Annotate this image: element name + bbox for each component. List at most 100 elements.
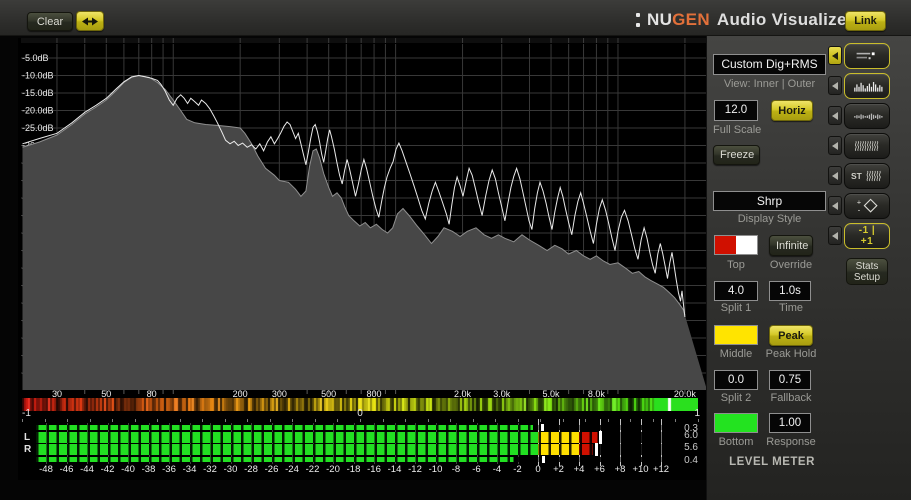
nugen-dots-icon	[636, 13, 640, 27]
top-bar: Clear NU GEN Audio Visualizer Link	[0, 0, 911, 36]
bottom-label: Bottom	[718, 436, 754, 448]
logo-nu: NU	[647, 10, 673, 29]
view-mode-label[interactable]: View: Inner | Outer	[713, 78, 826, 90]
meter-scale-label: +12	[652, 464, 670, 475]
freq-axis-label: 2.0k	[454, 389, 472, 398]
freq-axis-label: 80	[147, 389, 157, 398]
display-options-icon	[856, 52, 875, 60]
app-logo: NU GEN Audio Visualizer	[636, 9, 854, 31]
correlation-scale-ticks	[18, 419, 710, 423]
correlation-max-label: 1	[694, 408, 700, 419]
freq-axis-label: 50	[101, 389, 111, 398]
split2-field[interactable]: 0.0	[714, 370, 758, 390]
logo-gen: GEN	[672, 10, 710, 29]
mode-button-waveform-history[interactable]	[844, 103, 890, 129]
meter-bar-aux	[36, 457, 663, 462]
stats-setup-button[interactable]: Stats Setup	[846, 258, 888, 285]
response-field[interactable]: 1.00	[769, 413, 811, 433]
fallback-label: Fallback	[770, 392, 812, 404]
override-button[interactable]: Infinite	[769, 235, 813, 256]
split1-label: Split 1	[720, 302, 752, 314]
audio-visualizer-window: Clear NU GEN Audio Visualizer Link -5.0dB…	[0, 0, 911, 500]
correlation-icon: -1 | +1	[858, 225, 876, 247]
channel-label-L: L	[24, 432, 31, 443]
peak-hold-tick	[541, 424, 545, 431]
correlation-zero-label: 0	[357, 408, 363, 419]
split1-field[interactable]: 4.0	[714, 281, 758, 301]
meter-bar-aux	[36, 425, 663, 430]
meter-bar-L	[36, 432, 663, 443]
mode-button-vectorscope[interactable]: + -	[844, 193, 890, 219]
mode-button-spectrum[interactable]	[844, 73, 890, 99]
time-label: Time	[778, 302, 804, 314]
level-meter-title: LEVEL METER	[729, 456, 815, 468]
peak-hold-label: Peak Hold	[765, 348, 817, 360]
peak-hold-tick	[598, 431, 602, 444]
meter-bar-R	[36, 444, 663, 455]
override-label: Override	[769, 259, 813, 271]
mode-arrow-spectrum[interactable]	[828, 76, 842, 95]
time-field[interactable]: 1.0s	[769, 281, 811, 301]
mode-arrow-waveform-history[interactable]	[828, 106, 842, 125]
freq-axis-label: 200	[233, 389, 248, 398]
db-axis-label: -15.0dB	[22, 88, 54, 98]
mode-arrow-correlation[interactable]	[828, 226, 842, 245]
stereo-sonogram-icon	[866, 170, 881, 182]
logo-product: Audio Visualizer	[716, 10, 854, 29]
db-axis-label: -5.0dB	[22, 53, 49, 63]
response-label: Response	[766, 436, 816, 448]
bottom-color-swatch[interactable]	[714, 413, 758, 433]
control-panel: Custom Dig+RMS View: Inner | Outer 12.0 …	[706, 36, 911, 500]
left-right-arrows-icon	[82, 17, 98, 25]
mode-button-stereo-sonogram[interactable]: ST	[844, 163, 890, 189]
preset-field[interactable]: Custom Dig+RMS	[713, 54, 826, 75]
h-scroll-button[interactable]	[76, 11, 104, 31]
freq-axis-label: 30	[52, 389, 62, 398]
top-label: Top	[727, 259, 745, 271]
spectrum-analyzer-display[interactable]: -5.0dB-10.0dB-15.0dB-20.0dB-25.0dB-30.0d…	[18, 38, 710, 480]
middle-color-swatch[interactable]	[714, 325, 758, 345]
freq-axis-label: 3.0k	[493, 389, 511, 398]
freeze-button[interactable]: Freeze	[713, 145, 760, 165]
peak-hold-tick	[595, 443, 599, 456]
sonogram-icon	[854, 140, 879, 152]
peak-hold-button[interactable]: Peak	[769, 325, 813, 346]
display-style-label: Display Style	[737, 213, 802, 225]
waveform-history-icon	[854, 113, 883, 120]
meter-readout: 6.0	[684, 430, 698, 441]
freq-axis-label: 300	[272, 389, 287, 398]
meter-readout: 5.6	[684, 442, 698, 453]
top-color-swatch[interactable]	[714, 235, 758, 255]
spectrum-icon	[854, 82, 883, 92]
split2-label: Split 2	[720, 392, 752, 404]
st-label: ST	[851, 171, 862, 181]
freq-axis-label: 20.0k	[674, 389, 697, 398]
display-style-field[interactable]: Shrp	[713, 191, 826, 211]
mode-arrow-display-options[interactable]	[828, 46, 842, 65]
mode-button-correlation[interactable]: -1 | +1	[844, 223, 890, 249]
db-axis-label: -20.0dB	[22, 106, 54, 116]
freq-axis-label: 5.0k	[543, 389, 561, 398]
peak-hold-tick	[542, 456, 546, 463]
db-axis-label: -10.0dB	[22, 71, 54, 81]
mode-button-sonogram[interactable]	[844, 133, 890, 159]
clear-button[interactable]: Clear	[27, 12, 73, 31]
middle-label: Middle	[719, 348, 753, 360]
svg-text:-: -	[858, 205, 861, 214]
correlation-min-label: -1	[22, 408, 31, 419]
mode-button-display-options[interactable]	[844, 43, 890, 69]
link-button[interactable]: Link	[845, 11, 886, 31]
channel-label-R: R	[24, 444, 32, 455]
freq-axis-label: 800	[367, 389, 382, 398]
fallback-field[interactable]: 0.75	[769, 370, 811, 390]
db-axis-label: -25.0dB	[22, 123, 54, 133]
mode-arrow-sonogram[interactable]	[828, 136, 842, 155]
full-scale-label: Full Scale	[713, 124, 762, 136]
horiz-button[interactable]: Horiz	[771, 100, 813, 121]
mode-arrow-stereo-sonogram[interactable]	[828, 166, 842, 185]
freq-axis-label: 8.0k	[588, 389, 606, 398]
freq-axis-label: 500	[321, 389, 336, 398]
full-scale-field[interactable]: 12.0	[714, 100, 758, 121]
spectrum-plot: -5.0dB-10.0dB-15.0dB-20.0dB-25.0dB-30.0d…	[21, 38, 708, 398]
mode-arrow-vectorscope[interactable]	[828, 196, 842, 215]
